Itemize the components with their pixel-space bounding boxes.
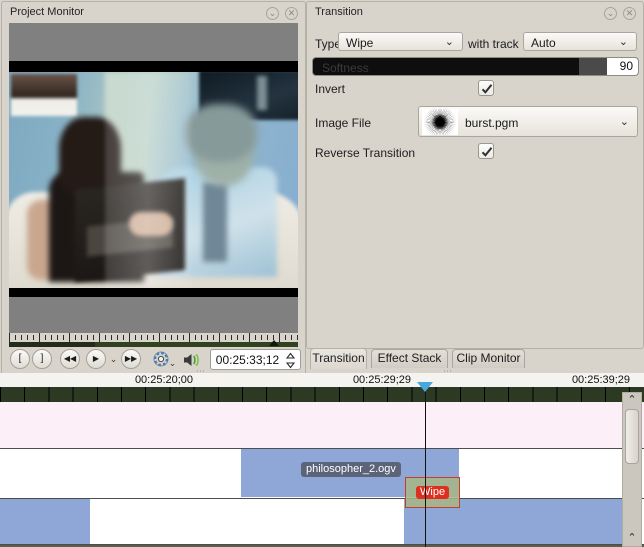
person-right-tie xyxy=(203,182,227,262)
timeline-track-1[interactable] xyxy=(0,402,644,449)
scrollbar-thumb[interactable] xyxy=(625,409,639,464)
with-track-combo[interactable]: Auto ⌄ xyxy=(523,32,637,51)
timeline-track-2[interactable]: philosopher_2.ogv xyxy=(0,449,644,499)
playhead-line xyxy=(425,382,426,547)
image-file-label: Image File xyxy=(315,116,371,130)
wall-picture-right-detail xyxy=(257,76,267,110)
monitor-ruler-major-ticks xyxy=(9,333,298,342)
transition-label: Wipe xyxy=(416,486,449,499)
updown-arrows-icon xyxy=(285,352,296,369)
softness-value: 90 xyxy=(620,59,633,73)
tab-effect-stack[interactable]: Effect Stack xyxy=(371,349,448,368)
close-icon[interactable]: ✕ xyxy=(285,7,298,20)
set-zone-end-button[interactable]: ] xyxy=(32,349,52,369)
transition-type-combo[interactable]: Wipe ⌄ xyxy=(338,32,463,51)
scroll-up-arrow-icon[interactable]: ⌃ xyxy=(623,393,641,408)
clip-label: philosopher_2.ogv xyxy=(301,462,401,477)
rewind-button[interactable]: ◀◀ xyxy=(60,349,80,369)
timeline-clip[interactable] xyxy=(0,499,90,544)
video-still-image xyxy=(9,72,298,288)
person-right-hair xyxy=(185,104,257,162)
monitor-ruler[interactable] xyxy=(9,333,298,347)
monitor-timecode-value: 00:25:33;12 xyxy=(211,353,284,367)
transition-panel-title: Transition xyxy=(315,6,363,18)
monitor-zone-bar xyxy=(95,342,298,347)
monitor-position-marker[interactable] xyxy=(269,340,279,346)
timeline-ruler[interactable]: 00:25:20;00 00:25:29;29 00:25:39;29 xyxy=(0,373,644,387)
monitor-video-area[interactable] xyxy=(9,23,298,333)
play-menu-chevron-icon[interactable]: ⌄ xyxy=(108,354,119,365)
timeline: 00:25:20;00 00:25:29;29 00:25:39;29 phil… xyxy=(0,373,644,547)
project-monitor-title: Project Monitor xyxy=(10,6,84,18)
timecode-spinner[interactable] xyxy=(285,352,296,369)
image-file-combo[interactable]: burst.pgm ⌄ xyxy=(418,106,638,137)
scroll-down-arrow-icon[interactable]: ⌃ xyxy=(623,531,641,546)
image-file-thumbnail xyxy=(422,109,458,135)
timeline-vertical-scrollbar[interactable]: ⌃ ⌃ xyxy=(622,392,642,547)
check-icon xyxy=(480,145,494,159)
video-frame xyxy=(9,61,298,297)
chevron-down-icon: ⌄ xyxy=(619,35,628,48)
softness-slider[interactable]: Softness 90 xyxy=(312,57,639,76)
burst-core xyxy=(432,114,448,130)
monitor-timecode-field[interactable]: 00:25:33;12 xyxy=(210,349,301,370)
transition-dock: Transition ⌄ ✕ Type Wipe ⌄ with track Au… xyxy=(306,1,644,349)
softness-value-box[interactable]: 90 xyxy=(607,58,638,75)
invert-checkbox[interactable] xyxy=(478,80,494,96)
timeline-timecode-label: 00:25:39;29 xyxy=(572,374,630,386)
close-icon[interactable]: ✕ xyxy=(623,7,636,20)
softness-label: Softness xyxy=(322,61,369,75)
playhead-handle[interactable] xyxy=(417,382,433,392)
undock-icon[interactable]: ⌄ xyxy=(266,7,279,20)
project-monitor-dock: Project Monitor ⌄ ✕ xyxy=(1,1,306,376)
reverse-transition-checkbox[interactable] xyxy=(478,143,494,159)
chevron-down-icon: ⌄ xyxy=(445,35,454,48)
tab-clip-monitor[interactable]: Clip Monitor xyxy=(452,349,525,368)
with-track-value: Auto xyxy=(531,36,556,50)
undock-icon[interactable]: ⌄ xyxy=(604,7,617,20)
softness-slider-handle[interactable] xyxy=(579,58,607,75)
check-icon xyxy=(480,82,494,96)
chevron-down-icon: ⌄ xyxy=(620,115,629,128)
timeline-timecode-label: 00:25:29;29 xyxy=(353,374,411,386)
invert-label: Invert xyxy=(315,82,345,96)
crossfade-ghost xyxy=(105,72,191,288)
timeline-track-3[interactable] xyxy=(0,499,644,545)
timeline-ruler-ticks xyxy=(0,387,644,402)
wall-picture-left xyxy=(11,74,77,116)
monitor-toolbar: [ ] ◀◀ ▶ ⌄ ▶▶ ⌄ 00:25:33;12 xyxy=(7,348,300,372)
timeline-transition[interactable]: Wipe xyxy=(405,477,460,508)
set-zone-start-button[interactable]: [ xyxy=(10,349,30,369)
reverse-transition-label: Reverse Transition xyxy=(315,146,415,160)
forward-button[interactable]: ▶▶ xyxy=(121,349,141,369)
play-button[interactable]: ▶ xyxy=(86,349,106,369)
transition-type-value: Wipe xyxy=(346,36,373,50)
tab-transition[interactable]: Transition xyxy=(310,348,367,369)
image-file-value: burst.pgm xyxy=(465,116,518,130)
timeline-timecode-label: 00:25:20;00 xyxy=(135,374,193,386)
with-track-label: with track xyxy=(468,37,519,51)
settings-chevron-icon[interactable]: ⌄ xyxy=(167,358,178,369)
